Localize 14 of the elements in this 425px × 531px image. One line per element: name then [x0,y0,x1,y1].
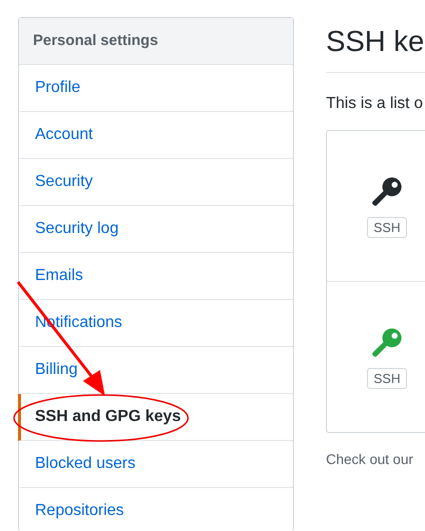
sidebar-item[interactable]: Profile [18,65,293,112]
help-text: Check out our [326,451,414,467]
sidebar-header: Personal settings [19,18,293,65]
sidebar-item[interactable]: Repositories [18,488,293,531]
sidebar-item[interactable]: SSH and GPG keys [18,394,293,441]
page-title: SSH ke [326,25,425,60]
sidebar-item[interactable]: Account [18,112,293,159]
sidebar-item[interactable]: Emails [18,253,293,300]
ssh-label: SSH [366,368,408,388]
sidebar-item[interactable]: Security [18,159,293,206]
sidebar-item[interactable]: Blocked users [18,441,293,488]
sidebar-item[interactable]: Security log [18,206,293,253]
intro-text: This is a list o [326,95,424,113]
ssh-label: SSH [366,216,408,238]
